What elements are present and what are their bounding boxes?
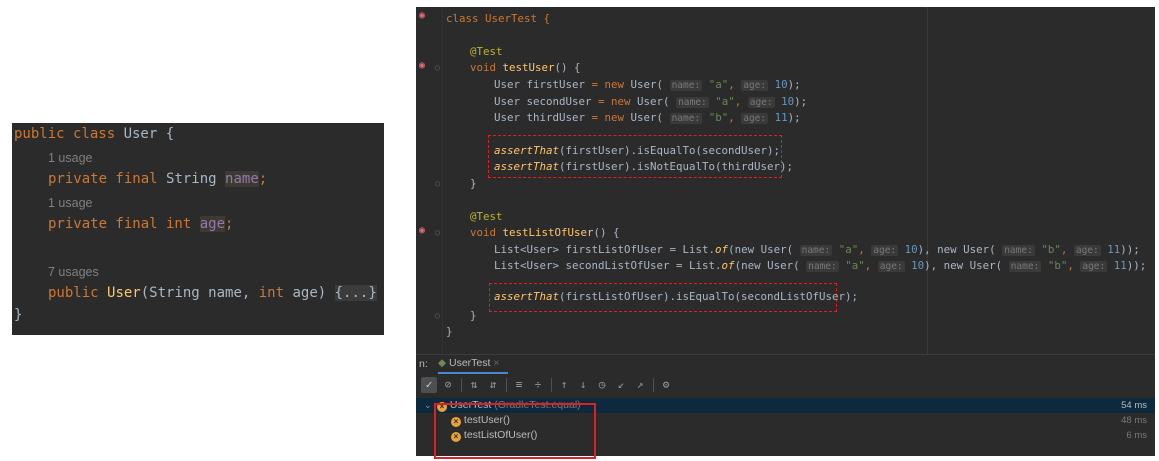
assertion-line: assertThat(firstUser).isNotEqualTo(third… — [494, 160, 794, 173]
sort-duration-icon[interactable]: ⇵ — [485, 377, 501, 393]
test-annotation: @Test — [470, 210, 503, 223]
gutter-divider — [442, 7, 443, 354]
export-icon[interactable]: ↗ — [632, 377, 648, 393]
method-testuser-decl: void testUser() { — [470, 61, 581, 74]
folded-code-block[interactable]: {...} — [334, 285, 377, 301]
run-label: n: — [419, 358, 428, 370]
assertion-line: assertThat(firstListOfUser).isEqualTo(se… — [494, 290, 859, 303]
code-line: List<User> firstListOfUser = List.of(new… — [494, 243, 1140, 256]
code-line: User firstUser = new User( name: "a", ag… — [494, 78, 801, 91]
toolbar-separator — [506, 378, 507, 392]
run-toolbar: ✓ ⊘ ⇅ ⇵ ≡ ÷ ↑ ↓ ◷ ↙ ↗ ⚙ — [421, 376, 677, 394]
usage-hint[interactable]: 1 usage — [48, 193, 92, 213]
test-annotation: @Test — [470, 45, 503, 58]
field-name-line: private final String name; — [48, 171, 268, 187]
next-icon[interactable]: ↓ — [575, 377, 591, 393]
field-age-line: private final int age; — [48, 216, 234, 232]
sort-alpha-icon[interactable]: ⇅ — [466, 377, 482, 393]
stop-icon[interactable]: ⊘ — [440, 377, 456, 393]
run-test-icon[interactable]: ◉ — [419, 10, 431, 22]
code-line: User thirdUser = new User( name: "b", ag… — [494, 111, 801, 124]
tab-usertest[interactable]: ◆ UserTest × — [438, 357, 500, 369]
run-tool-window: n: ◆ UserTest × ✓ ⊘ ⇅ ⇵ ≡ ÷ ↑ ↓ ◷ ↙ ↗ ⚙ … — [416, 354, 1155, 459]
class-close-brace: } — [14, 307, 23, 323]
prev-icon[interactable]: ↑ — [556, 377, 572, 393]
toolbar-separator — [461, 378, 462, 392]
import-icon[interactable]: ↙ — [613, 377, 629, 393]
class-declaration-line: public class User { — [14, 126, 175, 142]
code-line: List<User> secondListOfUser = List.of(ne… — [494, 259, 1147, 272]
code-line: User secondUser = new User( name: "a", a… — [494, 95, 808, 108]
fold-marker-icon[interactable]: ◯ — [435, 63, 440, 72]
right-margin-guide — [927, 7, 928, 354]
close-tab-icon[interactable]: × — [493, 357, 499, 369]
test-duration: 54 ms — [1121, 400, 1147, 411]
method-close-brace: } — [470, 309, 477, 322]
test-duration: 48 ms — [1121, 415, 1147, 426]
method-testlistofuser-decl: void testListOfUser() { — [470, 226, 620, 239]
class-declaration-line: class UserTest { — [446, 12, 551, 25]
class-close-brace: } — [446, 325, 453, 338]
failed-tests-highlight-box — [434, 403, 596, 459]
fold-marker-icon[interactable]: ◯ — [435, 179, 440, 188]
toolbar-separator — [653, 378, 654, 392]
usage-hint[interactable]: 7 usages — [48, 262, 99, 282]
run-tab-bar: n: ◆ UserTest × — [416, 355, 1155, 374]
run-test-icon[interactable]: ◉ — [419, 225, 431, 237]
active-tab-indicator — [438, 372, 508, 374]
fold-marker-icon[interactable]: ◯ — [435, 311, 440, 320]
usertest-editor-panel: ◉ ◉ ◉ ◯ ◯ ◯ ◯ class UserTest { @Test voi… — [416, 7, 1155, 459]
expand-all-icon[interactable]: ≡ — [511, 377, 527, 393]
field-age-identifier: age — [199, 216, 226, 232]
fold-marker-icon[interactable]: ◯ — [435, 228, 440, 237]
usage-hint[interactable]: 1 usage — [48, 148, 92, 168]
toolbar-separator — [551, 378, 552, 392]
check-icon[interactable]: ✓ — [421, 377, 437, 393]
run-config-icon: ◆ — [438, 357, 447, 369]
settings-icon[interactable]: ⚙ — [658, 377, 674, 393]
constructor-line: public User(String name, int age) {...} — [48, 285, 377, 301]
history-icon[interactable]: ◷ — [594, 377, 610, 393]
run-test-icon[interactable]: ◉ — [419, 60, 431, 72]
assertion-line: assertThat(firstUser).isEqualTo(secondUs… — [494, 144, 781, 157]
field-name-identifier: name — [225, 171, 259, 187]
test-duration: 6 ms — [1126, 430, 1147, 441]
method-close-brace: } — [470, 177, 477, 190]
user-class-code-panel: public class User { 1 usage private fina… — [12, 123, 384, 335]
collapse-all-icon[interactable]: ÷ — [530, 377, 546, 393]
chevron-down-icon[interactable]: ⌄ — [424, 398, 432, 413]
